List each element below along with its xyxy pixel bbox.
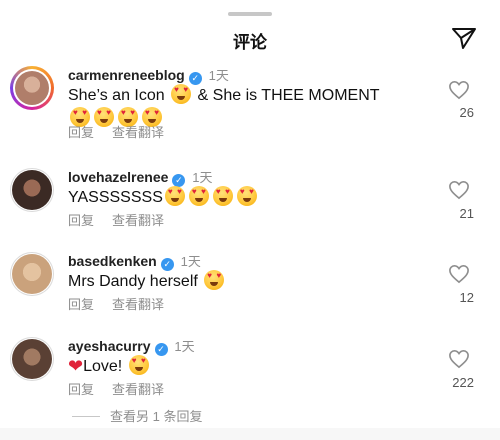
comment-actions: 回复 查看翻译 [68,122,182,141]
avatar[interactable] [10,168,54,212]
username[interactable]: lovehazelrenee [68,169,168,185]
red-heart-emoji-icon: ❤ [68,356,84,376]
like-button[interactable] [446,349,472,369]
username[interactable]: carmenreneeblog [68,67,185,83]
comment-actions: 回复 查看翻译 [68,294,182,313]
divider-line [72,416,100,417]
view-more-replies-label: 查看另 1 条回复 [110,409,203,424]
page-title: 评论 [233,33,267,52]
heart-outline-icon [449,264,469,284]
comment-text: ❤Love! [68,355,151,378]
comment-item: lovehazelrenee✓ 1天 YASSSSSSS 回复 查看翻译 21 [0,162,500,246]
comment-item: carmenreneeblog✓ 1天 She’s an Icon & She … [0,60,500,145]
comment-actions: 回复 查看翻译 [68,379,182,398]
timestamp: 1天 [192,170,213,185]
send-icon[interactable] [450,24,478,52]
comment-text: YASSSSSSS [68,186,259,209]
bottom-bar [0,428,500,440]
like-count: 222 [452,375,474,390]
comment-meta: ayeshacurry ✓ 1天 [68,338,195,356]
comment-text-part: YASSSSSSS [68,189,163,206]
heart-eyes-emoji-icon [236,186,257,206]
comment-text-part: Mrs Dandy herself [68,273,203,290]
comment-meta: basedkenken ✓ 1天 [68,253,201,271]
heart-eyes-emoji-icon [212,186,233,206]
drag-handle[interactable] [228,12,272,16]
comment-text: Mrs Dandy herself [68,270,226,293]
like-count: 12 [459,290,474,305]
heart-outline-icon [449,349,469,369]
comment-item: basedkenken✓ 1天 Mrs Dandy herself 回复 查看翻译… [0,246,500,331]
like-count: 26 [459,105,474,120]
verified-badge-icon: ✓ [154,343,168,356]
avatar[interactable] [10,252,54,296]
view-more-replies-button[interactable]: 查看另 1 条回复 [72,406,202,425]
timestamp: 1天 [208,68,229,83]
reply-button[interactable]: 回复 [68,382,94,397]
comment-text-part: She’s an Icon [68,87,170,104]
reply-button[interactable]: 回复 [68,297,94,312]
heart-eyes-emoji-icon [128,355,149,375]
see-translation-button[interactable]: 查看翻译 [112,297,164,312]
comment-item: ayeshacurry✓ 1天 ❤Love! 回复 查看翻译 222 [0,331,500,416]
comment-list: carmenreneeblog✓ 1天 She’s an Icon & She … [0,60,500,416]
see-translation-button[interactable]: 查看翻译 [112,213,164,228]
heart-outline-icon [449,180,469,200]
username[interactable]: basedkenken [68,253,157,269]
avatar[interactable] [10,337,54,381]
see-translation-button[interactable]: 查看翻译 [112,382,164,397]
timestamp: 1天 [174,339,195,354]
comment-meta: carmenreneeblog ✓ 1天 [68,67,229,85]
comment-actions: 回复 查看翻译 [68,210,182,229]
heart-eyes-emoji-icon [204,270,225,290]
like-count: 21 [459,206,474,221]
comment-text-part: & She is THEE MOMENT [193,87,380,104]
avatar[interactable] [10,66,54,110]
reply-button[interactable]: 回复 [68,213,94,228]
like-button[interactable] [446,264,472,284]
reply-button[interactable]: 回复 [68,125,94,140]
comment-text-part: Love! [83,358,127,375]
comment-meta: lovehazelrenee ✓ 1天 [68,169,213,187]
username[interactable]: ayeshacurry [68,338,151,354]
heart-eyes-emoji-icon [188,186,209,206]
heart-outline-icon [449,80,469,100]
like-button[interactable] [446,180,472,200]
heart-eyes-emoji-icon [171,84,192,104]
see-translation-button[interactable]: 查看翻译 [112,125,164,140]
comments-header: 评论 [0,24,500,54]
heart-eyes-emoji-icon [164,186,185,206]
like-button[interactable] [446,80,472,100]
timestamp: 1天 [180,254,201,269]
